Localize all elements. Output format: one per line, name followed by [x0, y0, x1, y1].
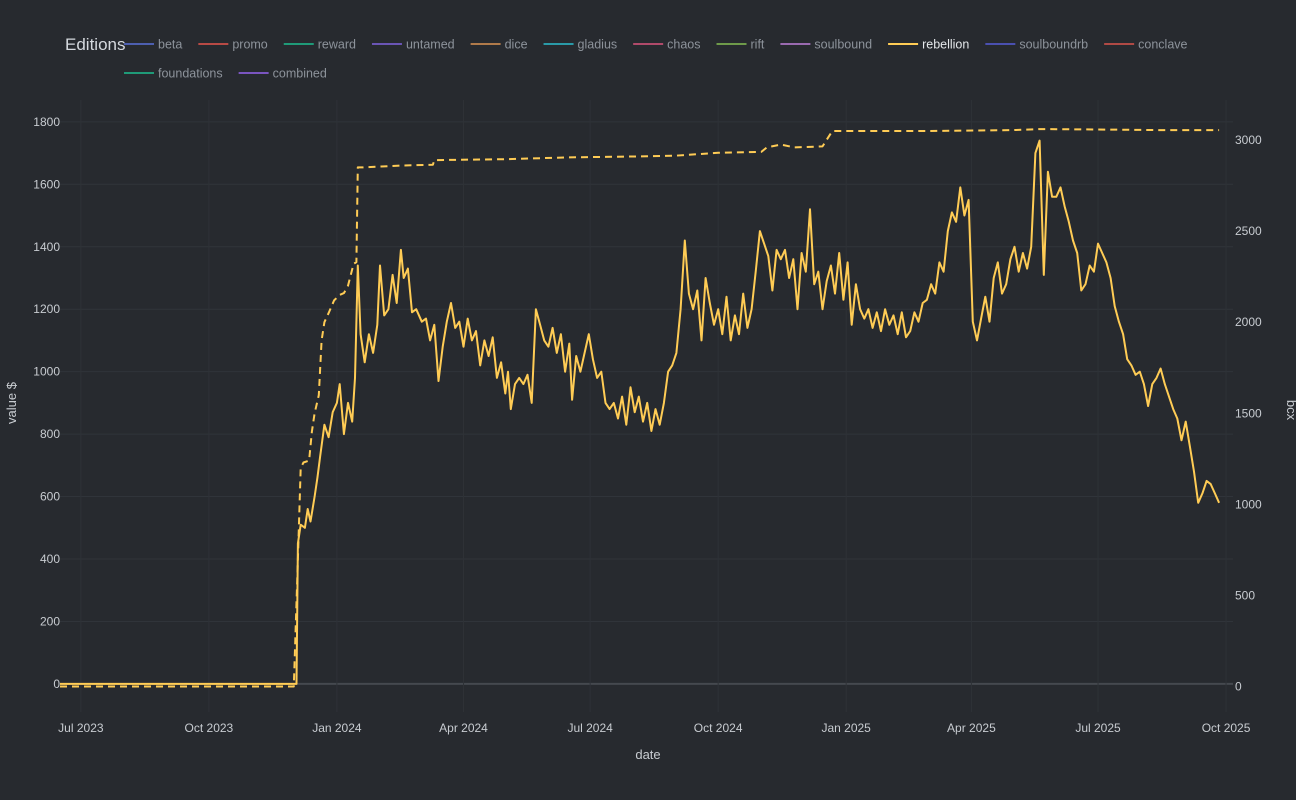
- legend-item-rift[interactable]: rift: [716, 38, 765, 52]
- y-tick-label: 1200: [33, 302, 60, 316]
- x-tick-label: Jan 2024: [312, 721, 362, 735]
- x-tick-label: Apr 2024: [439, 721, 488, 735]
- y-tick-label: 800: [40, 427, 60, 441]
- legend-label: reward: [318, 38, 356, 52]
- y-tick-label: 1800: [33, 115, 60, 129]
- legend-label: foundations: [158, 67, 223, 81]
- legend-item-reward[interactable]: reward: [283, 38, 356, 52]
- legend-label: soulbound: [814, 38, 872, 52]
- y-axis-title: value $: [4, 381, 19, 424]
- y-tick-label: 1600: [33, 177, 60, 191]
- legend-label: promo: [232, 38, 267, 52]
- y-tick-label: 0: [53, 677, 60, 691]
- series-line-rebellion-value: [60, 139, 1221, 685]
- legend-item-conclave[interactable]: conclave: [1104, 38, 1188, 52]
- y-tick-label: 600: [40, 490, 60, 504]
- y2-tick-label: 1500: [1235, 406, 1262, 420]
- y-tick-label: 200: [40, 614, 60, 628]
- y2-tick-label: 1000: [1235, 497, 1262, 511]
- legend-item-combined[interactable]: combined: [238, 67, 327, 81]
- series-line-rebellion-bcx: [60, 128, 1220, 688]
- tick-labels: 0 200 400 600 800 1000 1200 1400 1600 1800 0 500 100…: [33, 115, 1262, 735]
- legend-item-soulbound[interactable]: soulbound: [780, 38, 872, 52]
- legend-item-promo[interactable]: promo: [198, 38, 268, 52]
- legend-item-chaos[interactable]: chaos: [633, 38, 701, 52]
- chart: 0 200 400 600 800 1000 1200 1400 1600 1800 0 500 100…: [4, 35, 1296, 762]
- legend-label: rift: [751, 38, 765, 52]
- y-tick-label: 1400: [33, 240, 60, 254]
- legend-label: conclave: [1138, 38, 1187, 52]
- legend-item-soulboundrb[interactable]: soulboundrb: [985, 38, 1088, 52]
- x-tick-label: Jul 2023: [58, 721, 104, 735]
- legend-label: dice: [505, 38, 528, 52]
- legend-label: beta: [158, 38, 182, 52]
- x-tick-label: Apr 2025: [947, 721, 996, 735]
- x-tick-label: Jan 2025: [821, 721, 871, 735]
- y2-tick-label: 2000: [1235, 315, 1262, 329]
- y2-tick-label: 0: [1235, 680, 1242, 694]
- y2-tick-label: 3000: [1235, 133, 1262, 147]
- x-tick-label: Oct 2025: [1202, 721, 1251, 735]
- legend-label: gladius: [578, 38, 618, 52]
- x-tick-label: Oct 2023: [185, 721, 234, 735]
- legend-item-dice[interactable]: dice: [470, 38, 528, 52]
- y2-tick-label: 500: [1235, 588, 1255, 602]
- y2-axis-title: bcx: [1284, 400, 1296, 421]
- x-axis-title: date: [635, 747, 660, 762]
- legend-label: untamed: [406, 38, 455, 52]
- legend-label: soulboundrb: [1019, 38, 1088, 52]
- y-tick-label: 400: [40, 552, 60, 566]
- x-tick-label: Jul 2025: [1075, 721, 1121, 735]
- x-tick-label: Oct 2024: [694, 721, 743, 735]
- legend-item-untamed[interactable]: untamed: [371, 38, 455, 52]
- legend-title: Editions: [65, 35, 125, 54]
- legend-item-rebellion[interactable]: rebellion: [888, 38, 969, 52]
- x-tick-label: Jul 2024: [567, 721, 613, 735]
- legend-label: chaos: [667, 38, 700, 52]
- legend: Editions beta promo reward untamed dice gladi…: [65, 35, 1188, 81]
- y-tick-label: 1000: [33, 365, 60, 379]
- series-layer: [60, 128, 1221, 688]
- legend-item-beta[interactable]: beta: [124, 38, 182, 52]
- legend-item-gladius[interactable]: gladius: [543, 38, 618, 52]
- y2-tick-label: 2500: [1235, 224, 1262, 238]
- legend-item-foundations[interactable]: foundations: [124, 67, 223, 81]
- legend-label: rebellion: [922, 38, 969, 52]
- legend-label: combined: [273, 67, 327, 81]
